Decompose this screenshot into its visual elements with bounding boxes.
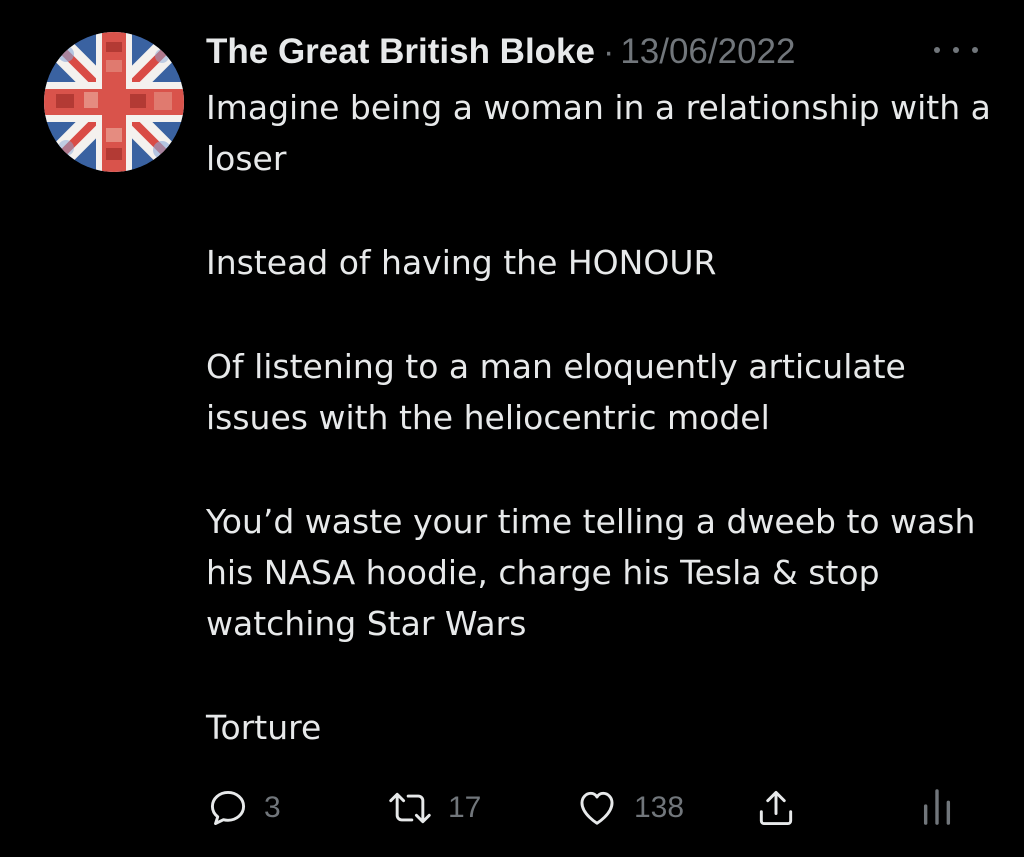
tweet: The Great British Bloke · 13/06/2022 Ima… xyxy=(0,0,1024,857)
heart-icon xyxy=(580,791,614,825)
like-button[interactable]: 138 xyxy=(574,780,684,836)
reply-button[interactable]: 3 xyxy=(206,780,281,836)
retweet-icon xyxy=(389,792,431,824)
like-count: 138 xyxy=(634,791,685,824)
retweet-count: 17 xyxy=(448,791,482,824)
tweet-paragraph: Of listening to a man eloquently articul… xyxy=(206,347,906,437)
union-jack-avatar-image xyxy=(44,32,184,172)
tweet-date[interactable]: 13/06/2022 xyxy=(620,32,795,72)
analytics-button[interactable] xyxy=(920,780,954,836)
tweet-paragraph: Imagine being a woman in a relationship … xyxy=(206,88,991,178)
tweet-actions: 3 17 138 xyxy=(206,780,966,836)
share-button[interactable] xyxy=(754,780,798,836)
retweet-button[interactable]: 17 xyxy=(386,780,481,836)
analytics-icon xyxy=(923,789,951,825)
tweet-paragraph: Torture xyxy=(206,708,322,747)
header-separator: · xyxy=(602,32,615,71)
tweet-text: Imagine being a woman in a relationship … xyxy=(206,82,1006,753)
author-name[interactable]: The Great British Bloke xyxy=(206,32,595,72)
share-icon xyxy=(759,790,793,826)
author-avatar[interactable] xyxy=(44,32,184,172)
tweet-paragraph: Instead of having the HONOUR xyxy=(206,243,717,282)
tweet-header: The Great British Bloke · 13/06/2022 xyxy=(206,28,795,76)
more-horizontal-icon[interactable] xyxy=(934,38,978,62)
reply-count: 3 xyxy=(264,791,281,824)
tweet-paragraph: You’d waste your time telling a dweeb to… xyxy=(206,502,976,643)
reply-icon xyxy=(210,790,246,826)
